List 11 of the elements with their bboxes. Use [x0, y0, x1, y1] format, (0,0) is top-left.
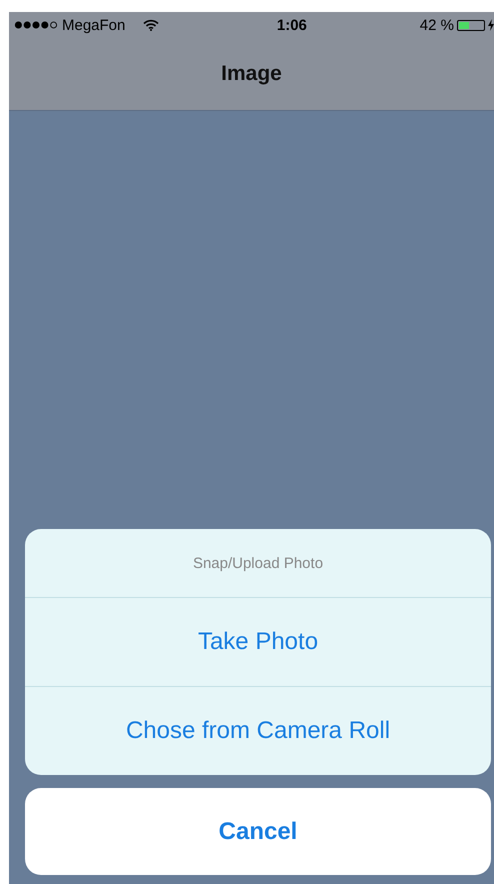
signal-icon	[14, 20, 58, 30]
clock-time: 1:06	[276, 16, 307, 34]
carrier-name: MegaFon	[62, 16, 126, 34]
nav-title: Image	[221, 62, 282, 86]
charging-icon	[488, 19, 494, 31]
action-button[interactable]: Take Photo	[25, 597, 491, 686]
action-button[interactable]: Chose from Camera Roll	[25, 686, 491, 775]
sheet-title: Snap/Upload Photo	[192, 554, 324, 574]
battery-percent: 42 %	[420, 16, 454, 34]
battery-icon	[456, 20, 485, 30]
cancel-button[interactable]: Cancel	[25, 788, 491, 875]
